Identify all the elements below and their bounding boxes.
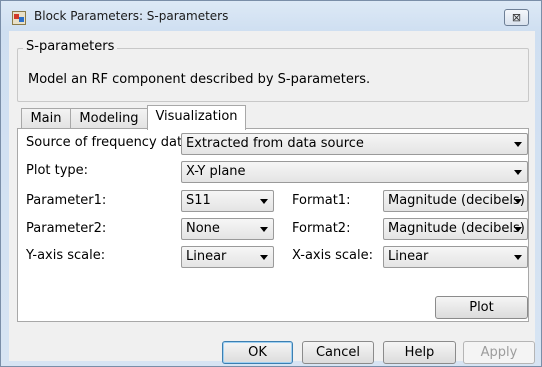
y-axis-scale-value: Linear — [186, 249, 227, 264]
plot-type-dropdown[interactable]: X-Y plane — [181, 161, 528, 183]
format2-dropdown[interactable]: Magnitude (decibels) — [383, 218, 528, 240]
group-title: S-parameters — [23, 39, 118, 54]
dropdown-arrow-icon — [514, 142, 522, 147]
dropdown-arrow-icon — [514, 227, 522, 232]
parameter1-dropdown[interactable]: S11 — [181, 190, 274, 212]
source-value: Extracted from data source — [186, 136, 364, 151]
format2-value: Magnitude (decibels) — [388, 221, 525, 236]
format1-value: Magnitude (decibels) — [388, 193, 525, 208]
parameter2-label: Parameter2: — [26, 221, 107, 236]
parameter2-dropdown[interactable]: None — [181, 218, 274, 240]
parameter1-label: Parameter1: — [26, 193, 107, 208]
tab-visualization[interactable]: Visualization — [147, 105, 246, 130]
apply-button[interactable]: Apply — [463, 341, 535, 364]
x-axis-scale-label: X-axis scale: — [292, 248, 374, 263]
dialog-window: Block Parameters: S-parameters ⊠ S-param… — [0, 0, 542, 367]
close-icon[interactable]: ⊠ — [504, 9, 529, 26]
format1-dropdown[interactable]: Magnitude (decibels) — [383, 190, 528, 212]
ok-button[interactable]: OK — [222, 341, 293, 364]
plot-type-label: Plot type: — [26, 163, 89, 178]
title-bar[interactable]: Block Parameters: S-parameters ⊠ — [1, 1, 541, 31]
dropdown-arrow-icon — [260, 227, 268, 232]
block-description-group: S-parameters Model an RF component descr… — [17, 39, 529, 102]
block-description: Model an RF component described by S-par… — [28, 72, 371, 87]
dialog-client-area: S-parameters Model an RF component descr… — [9, 31, 535, 364]
parameter1-value: S11 — [186, 193, 211, 208]
y-axis-scale-label: Y-axis scale: — [26, 248, 106, 263]
dropdown-arrow-icon — [514, 255, 522, 260]
format2-label: Format2: — [292, 221, 351, 236]
x-axis-scale-value: Linear — [388, 249, 429, 264]
x-axis-scale-dropdown[interactable]: Linear — [383, 246, 528, 268]
source-label: Source of frequency data: — [26, 135, 195, 150]
plot-type-value: X-Y plane — [186, 164, 246, 179]
visualization-panel: Source of frequency data: Extracted from… — [17, 128, 529, 322]
tab-strip: Main Modeling Visualization — [17, 105, 529, 130]
parameter2-value: None — [186, 221, 220, 236]
dropdown-arrow-icon — [514, 170, 522, 175]
y-axis-scale-dropdown[interactable]: Linear — [181, 246, 274, 268]
dropdown-arrow-icon — [260, 199, 268, 204]
tab-main[interactable]: Main — [21, 108, 71, 129]
format1-label: Format1: — [292, 193, 351, 208]
help-button[interactable]: Help — [383, 341, 456, 364]
window-title: Block Parameters: S-parameters — [34, 9, 229, 23]
source-dropdown[interactable]: Extracted from data source — [181, 133, 528, 155]
cancel-button[interactable]: Cancel — [302, 341, 374, 364]
dropdown-arrow-icon — [260, 255, 268, 260]
tab-modeling[interactable]: Modeling — [70, 108, 148, 129]
dropdown-arrow-icon — [514, 199, 522, 204]
plot-button[interactable]: Plot — [435, 296, 528, 319]
simulink-block-icon — [12, 11, 26, 25]
